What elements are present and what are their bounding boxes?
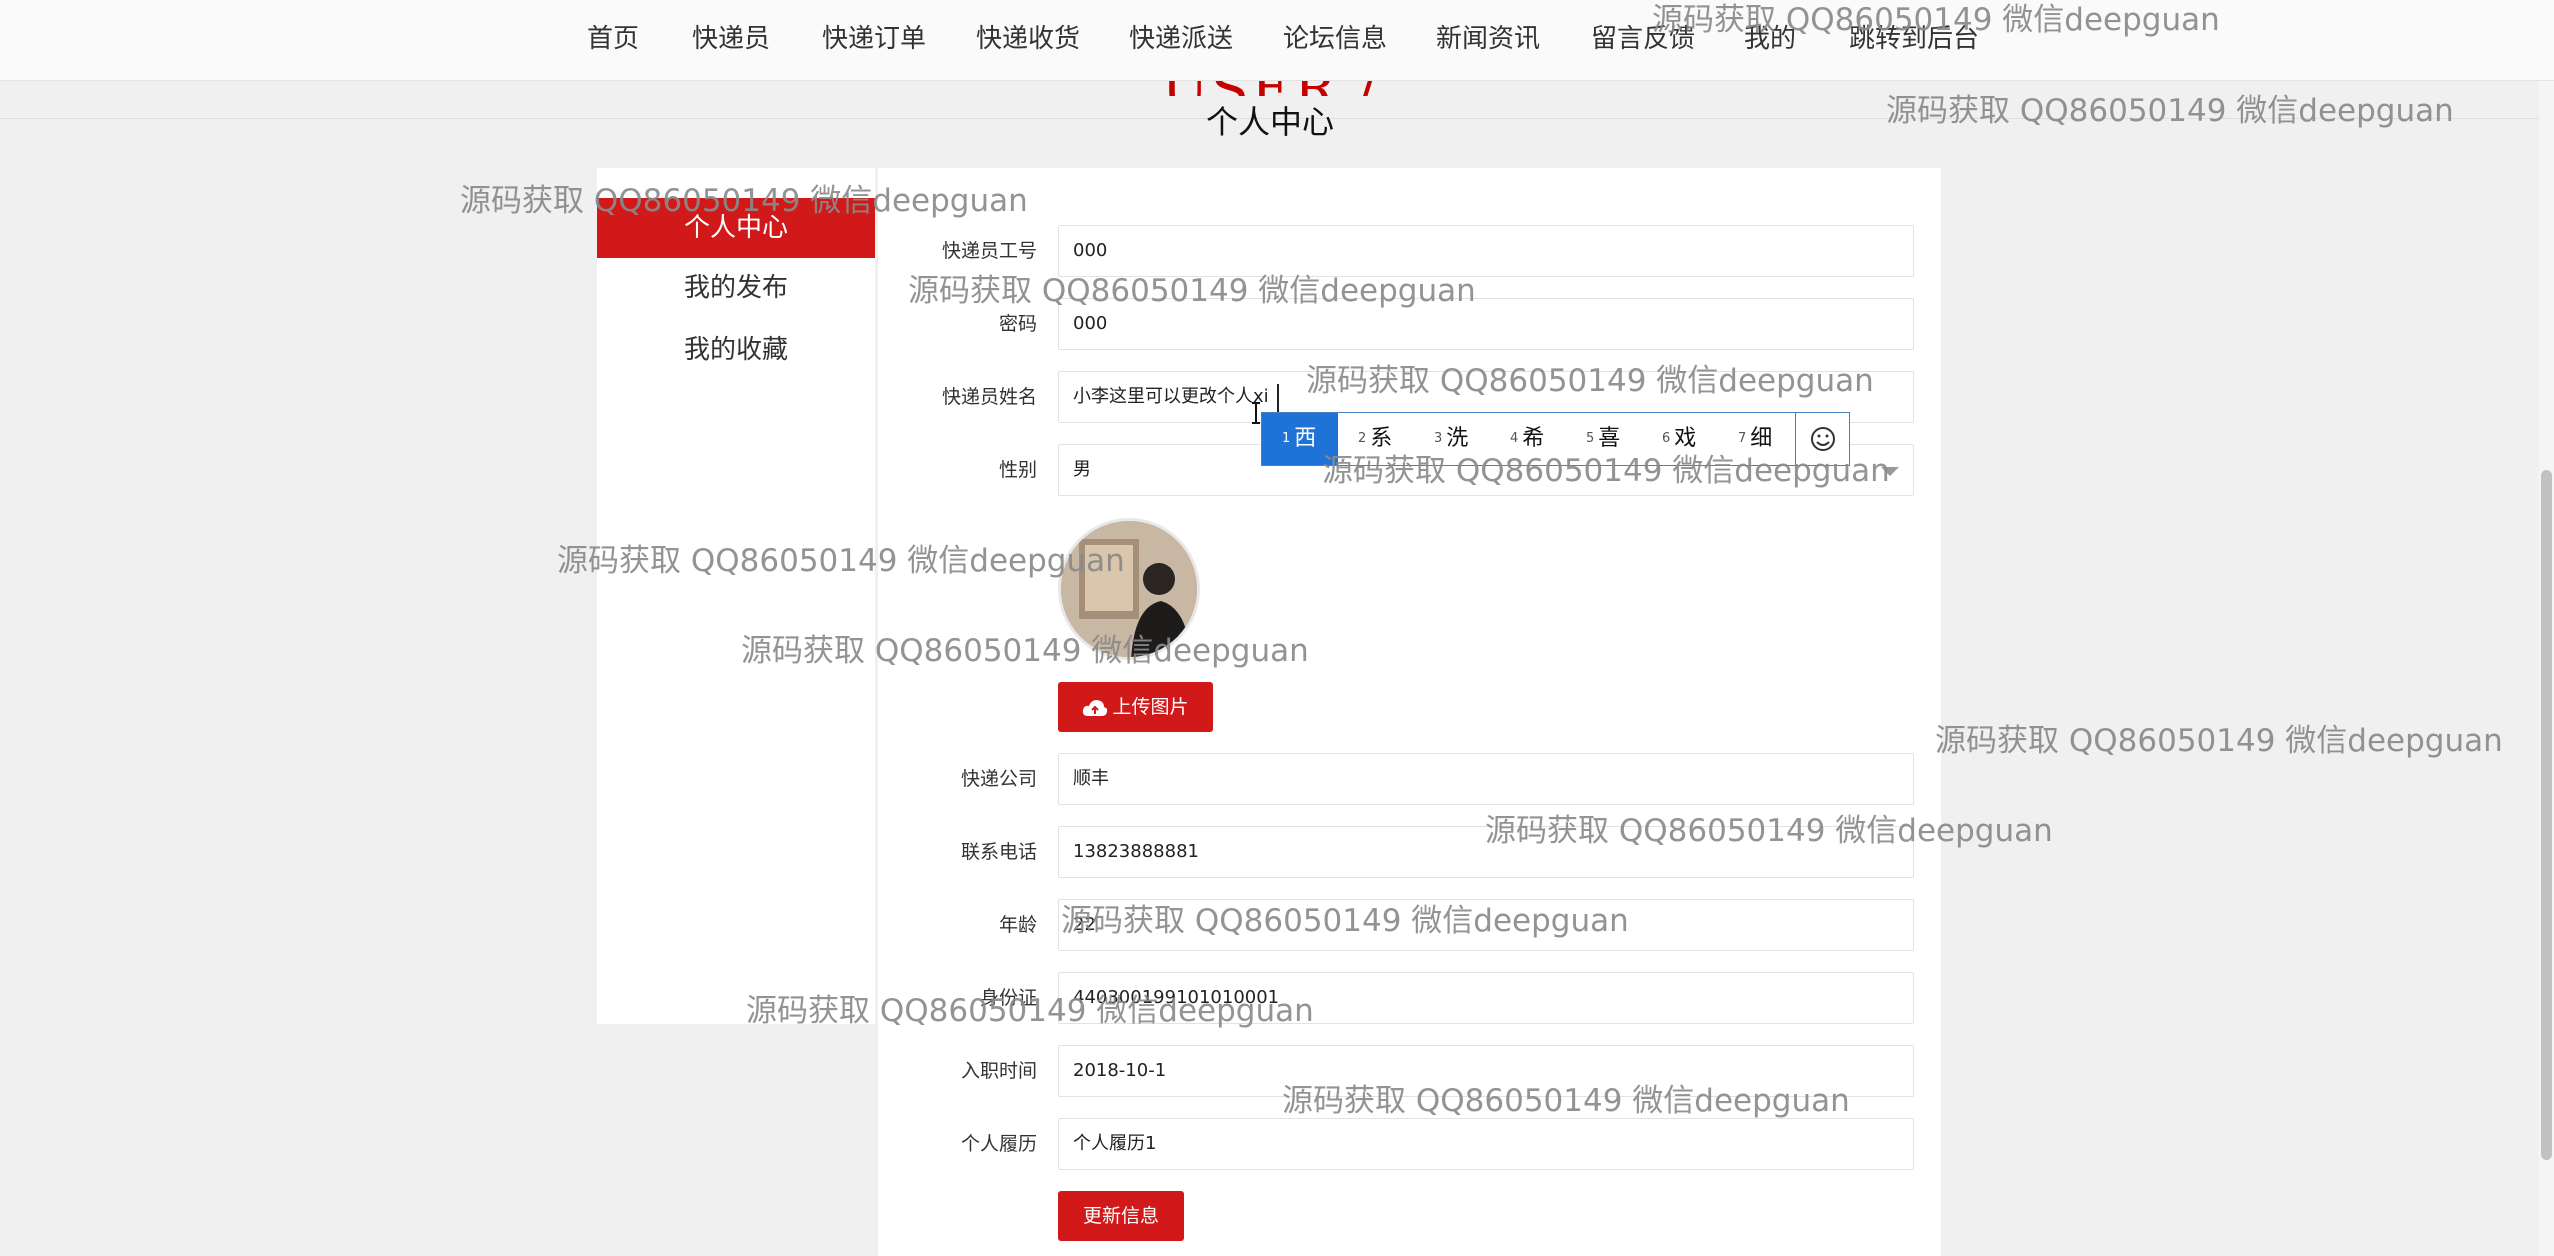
age-label: 年龄	[998, 914, 1037, 936]
ime-candidate-2[interactable]: 2系	[1358, 413, 1428, 465]
nav-item-delivery[interactable]: 快递派送	[1129, 22, 1233, 56]
phone-input[interactable]: 13823888881	[1058, 826, 1914, 878]
ime-candidate-number: 1	[1282, 431, 1291, 446]
ime-candidate-6[interactable]: 6戏	[1662, 413, 1722, 465]
sidebar-item-profile[interactable]: 个人中心	[597, 198, 875, 258]
ime-candidate-number: 6	[1662, 431, 1671, 446]
nav-item-receiving[interactable]: 快递收货	[976, 22, 1080, 56]
password-input[interactable]: 000	[1058, 298, 1914, 350]
ime-candidate-4[interactable]: 4希	[1510, 413, 1580, 465]
nav-item-admin[interactable]: 跳转到后台	[1849, 22, 1979, 56]
nav-item-courier[interactable]: 快递员	[692, 22, 770, 56]
upload-image-button[interactable]: 上传图片	[1058, 682, 1213, 732]
avatar	[1058, 518, 1200, 660]
scrollbar-thumb[interactable]	[2541, 470, 2552, 1160]
resume-input[interactable]: 个人履历1	[1058, 1118, 1914, 1170]
phone-label: 联系电话	[960, 841, 1037, 863]
name-input-value: 小李这里可以更改个人xi	[1073, 386, 1269, 407]
gender-select-value: 男	[1073, 459, 1091, 480]
cloud-upload-icon	[1083, 699, 1108, 716]
ime-candidate-number: 3	[1434, 431, 1443, 446]
ime-candidate-number: 5	[1586, 431, 1595, 446]
nav-item-forum[interactable]: 论坛信息	[1283, 22, 1387, 56]
ime-candidate-text: 喜	[1598, 426, 1621, 451]
courier-no-label: 快递员工号	[941, 240, 1037, 262]
ime-candidate-number: 7	[1738, 431, 1747, 446]
courier-no-input[interactable]: 000	[1058, 225, 1914, 277]
sidebar: 个人中心 我的发布 我的收藏	[597, 168, 875, 1024]
ime-candidate-7[interactable]: 7细	[1738, 413, 1794, 465]
text-cursor-icon	[1252, 402, 1260, 424]
hire-date-input[interactable]: 2018-10-1	[1058, 1045, 1914, 1097]
ime-candidate-text: 系	[1370, 426, 1393, 451]
id-card-input[interactable]: 440300199101010001	[1058, 972, 1914, 1024]
ime-candidate-3[interactable]: 3洗	[1434, 413, 1504, 465]
company-input[interactable]: 顺丰	[1058, 753, 1914, 805]
upload-image-label: 上传图片	[1112, 696, 1189, 718]
watermark: 源码获取 QQ86050149 微信deepguan	[1935, 723, 2503, 759]
company-label: 快递公司	[960, 768, 1037, 790]
nav-item-news[interactable]: 新闻资讯	[1436, 22, 1540, 56]
update-info-button[interactable]: 更新信息	[1058, 1191, 1184, 1241]
resume-label: 个人履历	[960, 1133, 1037, 1155]
ime-candidate-text: 希	[1522, 426, 1545, 451]
ime-candidate-1[interactable]: 1西	[1262, 413, 1338, 465]
text-caret	[1277, 384, 1279, 412]
top-navigation: 首页 快递员 快递订单 快递收货 快递派送 论坛信息 新闻资讯 留言反馈 我的 …	[0, 0, 2554, 81]
nav-item-feedback[interactable]: 留言反馈	[1591, 22, 1695, 56]
ime-candidate-number: 4	[1510, 431, 1519, 446]
id-card-label: 身份证	[979, 987, 1037, 1009]
smiley-icon[interactable]	[1796, 413, 1850, 465]
ime-candidate-number: 2	[1358, 431, 1367, 446]
ime-candidate-text: 西	[1294, 426, 1317, 451]
nav-item-mine[interactable]: 我的	[1744, 22, 1796, 56]
ime-candidate-text: 洗	[1446, 426, 1469, 451]
ime-candidate-5[interactable]: 5喜	[1586, 413, 1656, 465]
hire-date-label: 入职时间	[960, 1060, 1037, 1082]
name-label: 快递员姓名	[941, 386, 1037, 408]
page-title: 个人中心	[1205, 103, 1334, 141]
sidebar-item-favorites[interactable]: 我的收藏	[597, 320, 875, 380]
ime-candidate-text: 戏	[1674, 426, 1697, 451]
watermark: 源码获取 QQ86050149 微信deepguan	[1886, 93, 2454, 129]
chevron-down-icon	[1881, 467, 1899, 476]
password-label: 密码	[998, 313, 1037, 335]
nav-item-home[interactable]: 首页	[587, 22, 639, 56]
ime-candidate-window: 1西 2系 3洗 4希 5喜 6戏 7细	[1261, 412, 1850, 466]
sidebar-item-my-posts[interactable]: 我的发布	[597, 258, 875, 318]
nav-item-orders[interactable]: 快递订单	[822, 22, 926, 56]
ime-candidate-text: 细	[1750, 426, 1773, 451]
gender-label: 性别	[998, 459, 1037, 481]
age-input[interactable]: 22	[1058, 899, 1914, 951]
avatar-photo-icon	[1061, 521, 1197, 657]
